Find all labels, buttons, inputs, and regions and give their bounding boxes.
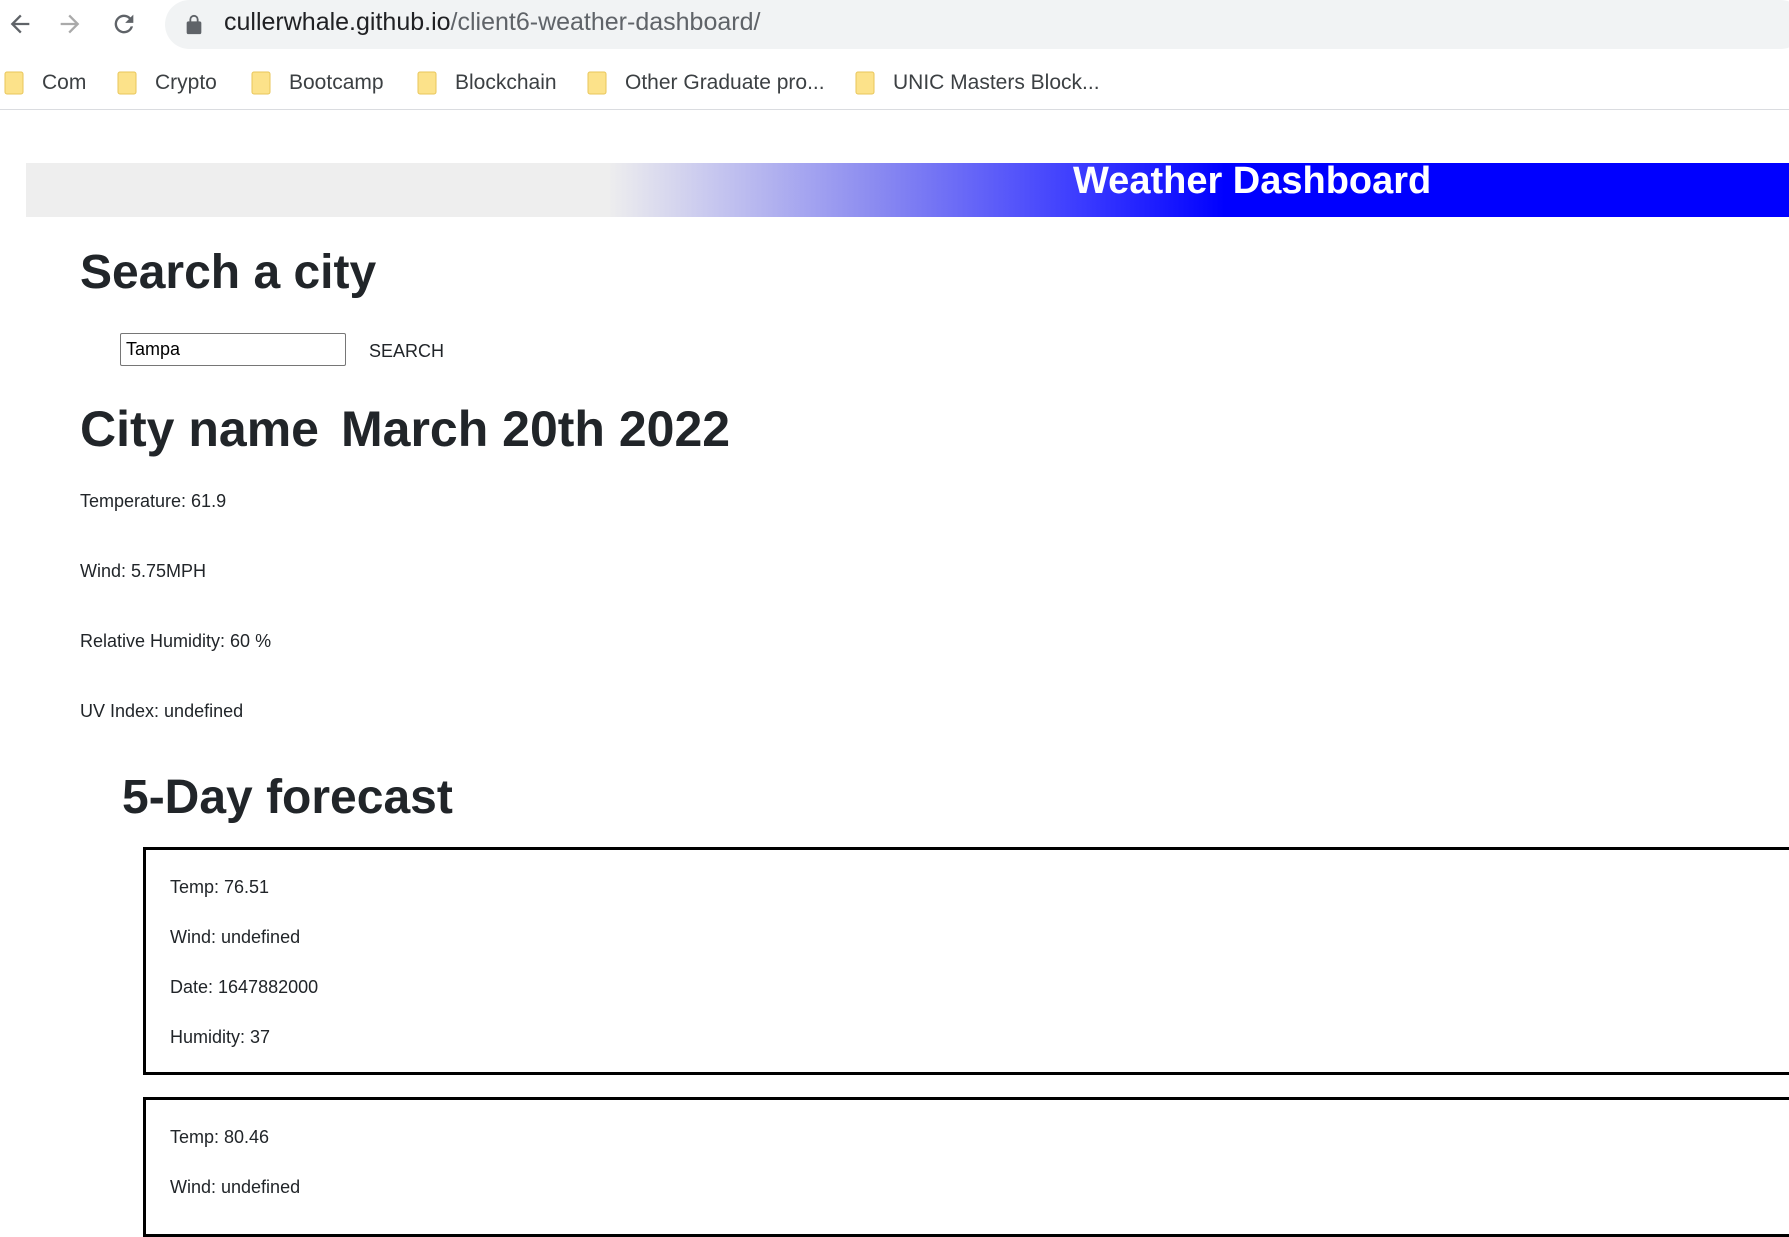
- forecast-temp: Temp: 80.46: [170, 1127, 270, 1147]
- header-banner: [26, 163, 1789, 217]
- reload-icon: [114, 14, 134, 34]
- bookmark-bootcamp[interactable]: Bootcamp: [251, 65, 384, 101]
- bookmark-label: Blockchain: [455, 71, 557, 94]
- url-text: cullerwhale.github.io/client6-weather-da…: [224, 8, 760, 37]
- folder-icon: [855, 71, 875, 95]
- bookmark-label: UNIC Masters Block...: [893, 71, 1100, 94]
- folder-icon: [587, 71, 607, 95]
- forward-button[interactable]: [50, 4, 90, 44]
- forecast-date: Date: 1647882000: [170, 977, 319, 997]
- city-name: City name: [80, 401, 319, 457]
- browser-toolbar: cullerwhale.github.io/client6-weather-da…: [0, 0, 1789, 49]
- forward-arrow-icon: [60, 14, 80, 34]
- current-date: March 20th 2022: [341, 401, 731, 457]
- bookmark-label: Com: [42, 71, 87, 94]
- url-domain: cullerwhale.github.io: [224, 8, 451, 36]
- reload-button[interactable]: [104, 4, 144, 44]
- forecast-wind: Wind: undefined: [170, 1177, 301, 1197]
- bookmark-label: Other Graduate pro...: [625, 71, 825, 94]
- folder-icon: [417, 71, 437, 95]
- search-heading: Search a city: [80, 246, 377, 299]
- lock-icon: [186, 14, 202, 35]
- bookmark-blockchain[interactable]: Blockchain: [417, 65, 557, 101]
- search-button[interactable]: SEARCH: [369, 341, 444, 362]
- page-title: Weather Dashboard: [1073, 160, 1432, 202]
- forecast-temp: Temp: 76.51: [170, 877, 270, 897]
- bookmarks-bar: Com Crypto Bootcamp Blockchain Other Gra…: [0, 57, 1789, 110]
- back-button[interactable]: [0, 4, 40, 44]
- forecast-humidity: Humidity: 37: [170, 1027, 271, 1047]
- city-search-input[interactable]: [120, 333, 346, 366]
- current-temperature: Temperature: 61.9: [80, 491, 227, 511]
- bookmark-unic-masters[interactable]: UNIC Masters Block...: [855, 65, 1100, 101]
- folder-icon: [251, 71, 271, 95]
- forecast-heading: 5-Day forecast: [122, 771, 453, 824]
- forecast-card: Temp: 80.46 Wind: undefined: [143, 1097, 1789, 1237]
- bookmark-com[interactable]: Com: [4, 65, 86, 101]
- current-uv-index: UV Index: undefined: [80, 701, 244, 721]
- bookmark-label: Crypto: [155, 71, 217, 94]
- bookmark-other-graduate[interactable]: Other Graduate pro...: [587, 65, 825, 101]
- address-bar[interactable]: cullerwhale.github.io/client6-weather-da…: [165, 0, 1789, 49]
- bookmark-label: Bootcamp: [289, 71, 384, 94]
- forecast-wind: Wind: undefined: [170, 927, 301, 947]
- current-humidity: Relative Humidity: 60 %: [80, 631, 272, 651]
- current-wind: Wind: 5.75MPH: [80, 561, 207, 581]
- forecast-card: Temp: 76.51 Wind: undefined Date: 164788…: [143, 847, 1789, 1075]
- back-arrow-icon: [10, 14, 30, 34]
- folder-icon: [4, 71, 24, 95]
- folder-icon: [117, 71, 137, 95]
- url-path: /client6-weather-dashboard/: [450, 8, 761, 36]
- bookmark-crypto[interactable]: Crypto: [117, 65, 217, 101]
